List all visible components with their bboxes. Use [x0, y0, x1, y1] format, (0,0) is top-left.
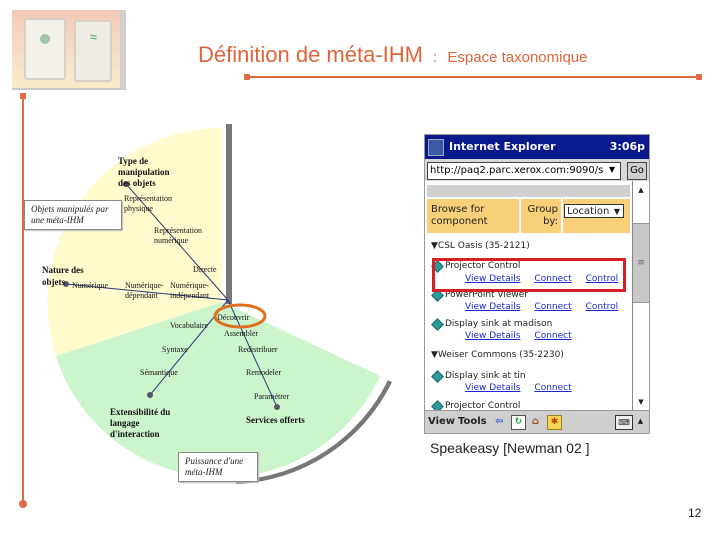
pda-titlebar: Internet Explorer 3:06p [425, 135, 649, 159]
pda-command-bar: View Tools ⇦ ↻ ⌂ ✱ ⌨ ▲ [425, 410, 649, 433]
axis-end-dot [274, 404, 280, 410]
tick-rep-numerique-1: Représentation [154, 226, 202, 235]
axis-title-type-1: Type de [118, 156, 148, 166]
item-links: View Details Connect Control [465, 302, 632, 312]
tick-assembler: Assembler [224, 329, 259, 338]
tick-redistribuer: Redistribuer [238, 345, 278, 354]
input-panel-arrow-icon[interactable]: ▲ [634, 415, 647, 428]
connect-link[interactable]: Connect [534, 331, 571, 341]
axis-title-services: Services offerts [246, 415, 305, 425]
tick-num-independant-2: indépendant [170, 291, 210, 300]
chevron-down-icon: ▼ [613, 207, 620, 216]
tools-menu[interactable]: Tools [458, 416, 487, 427]
pda-address-bar: http://paq2.parc.xerox.com:9090/s ▼ Go [425, 159, 649, 181]
view-menu[interactable]: View [428, 416, 455, 427]
view-details-link[interactable]: View Details [465, 331, 520, 341]
tick-num-dependant-1: Numérique- [125, 281, 164, 290]
list-item[interactable]: Display sink at tin [431, 370, 526, 383]
go-button[interactable]: Go [627, 162, 647, 180]
tick-num-independant-1: Numérique- [170, 281, 209, 290]
pda-app-title: Internet Explorer [449, 140, 556, 153]
list-item[interactable]: Display sink at madison [431, 318, 552, 331]
vertical-scrollbar[interactable]: ▲ ≡ ▼ [632, 181, 649, 411]
figure-caption: Speakeasy [Newman 02 ] [430, 440, 590, 456]
url-text: http://paq2.parc.xerox.com:9090/s [430, 165, 604, 176]
axis-title-ext-1: Extensibilité du [110, 407, 170, 417]
group-header[interactable]: ▼Weiser Commons (35-2230) [431, 350, 564, 360]
tick-syntaxe: Syntaxe [162, 345, 188, 354]
tick-semantique: Sémantique [140, 368, 178, 377]
label-box-puissance: Puissance d'une méta-IHM [178, 452, 258, 482]
keyboard-icon[interactable]: ⌨ [615, 415, 633, 430]
browse-label: Browse for component [427, 199, 519, 233]
scroll-up-icon[interactable]: ▲ [633, 183, 649, 197]
url-field[interactable]: http://paq2.parc.xerox.com:9090/s [427, 162, 621, 180]
pda-clock: 3:06p [609, 140, 645, 153]
group-by-cell: Location ▼ [563, 199, 630, 233]
control-link[interactable]: Control [586, 302, 619, 312]
axis-title-type-2: manipulation [118, 167, 170, 177]
connect-link[interactable]: Connect [534, 302, 571, 312]
favorites-icon[interactable]: ✱ [547, 415, 562, 430]
label-box-objets-manipules: Objets manipulés par une méta-IHM [24, 200, 122, 230]
connect-link[interactable]: Connect [534, 383, 571, 393]
group-by-value: Location [567, 206, 610, 217]
tick-num-dependant-2: dépendant [125, 291, 159, 300]
scroll-down-icon[interactable]: ▼ [633, 395, 649, 409]
tick-remodeler: Remodeler [246, 368, 281, 377]
home-icon[interactable]: ⌂ [529, 415, 542, 428]
axis-title-ext-2: langage [110, 418, 140, 428]
tick-vocabulaire: Vocabulaire [170, 321, 209, 330]
scroll-thumb[interactable]: ≡ [633, 223, 649, 303]
group-header[interactable]: ▼CSL Oasis (35-2121) [431, 241, 530, 251]
axis-title-nature-1: Nature des [42, 265, 84, 275]
tick-parametrer: Paramétrer [254, 392, 289, 401]
sector-shadow-edge [226, 124, 232, 304]
highlight-projector-control-box [432, 258, 626, 292]
view-details-link[interactable]: View Details [465, 302, 520, 312]
axis-title-ext-3: d'interaction [110, 429, 160, 439]
group-by-select[interactable]: Location ▼ [564, 204, 624, 218]
tick-rep-physique-2: physique [124, 204, 153, 213]
component-diamond-icon [431, 370, 444, 383]
axis-end-dot [147, 392, 153, 398]
pda-page-content: Browse for component Group by: Location … [425, 181, 632, 411]
axis-title-type-3: des objets [118, 178, 156, 188]
tick-directe: Directe [193, 265, 217, 274]
item-links: View Details Connect [465, 383, 586, 393]
taxonomy-diagram: Type de manipulation des objets Nature d… [42, 124, 392, 484]
group-by-label: Group by: [521, 199, 561, 233]
windows-start-icon[interactable] [428, 139, 444, 156]
tick-rep-numerique-2: numérique [154, 236, 189, 245]
item-links: View Details Connect [465, 331, 586, 341]
page-number: 12 [688, 506, 702, 520]
tick-numerique: Numérique [72, 281, 108, 290]
back-arrow-icon[interactable]: ⇦ [493, 415, 506, 428]
component-diamond-icon [431, 318, 444, 331]
refresh-icon[interactable]: ↻ [511, 415, 526, 430]
tick-decouvrir: Découvrir [217, 313, 250, 322]
axis-title-nature-2: objets [42, 277, 65, 287]
url-dropdown-icon[interactable]: ▼ [609, 165, 615, 174]
tick-rep-physique-1: Représentation [124, 194, 172, 203]
view-details-link[interactable]: View Details [465, 383, 520, 393]
title-subtitle: Espace taxonomique [447, 49, 588, 66]
title-separator: : [433, 49, 438, 66]
